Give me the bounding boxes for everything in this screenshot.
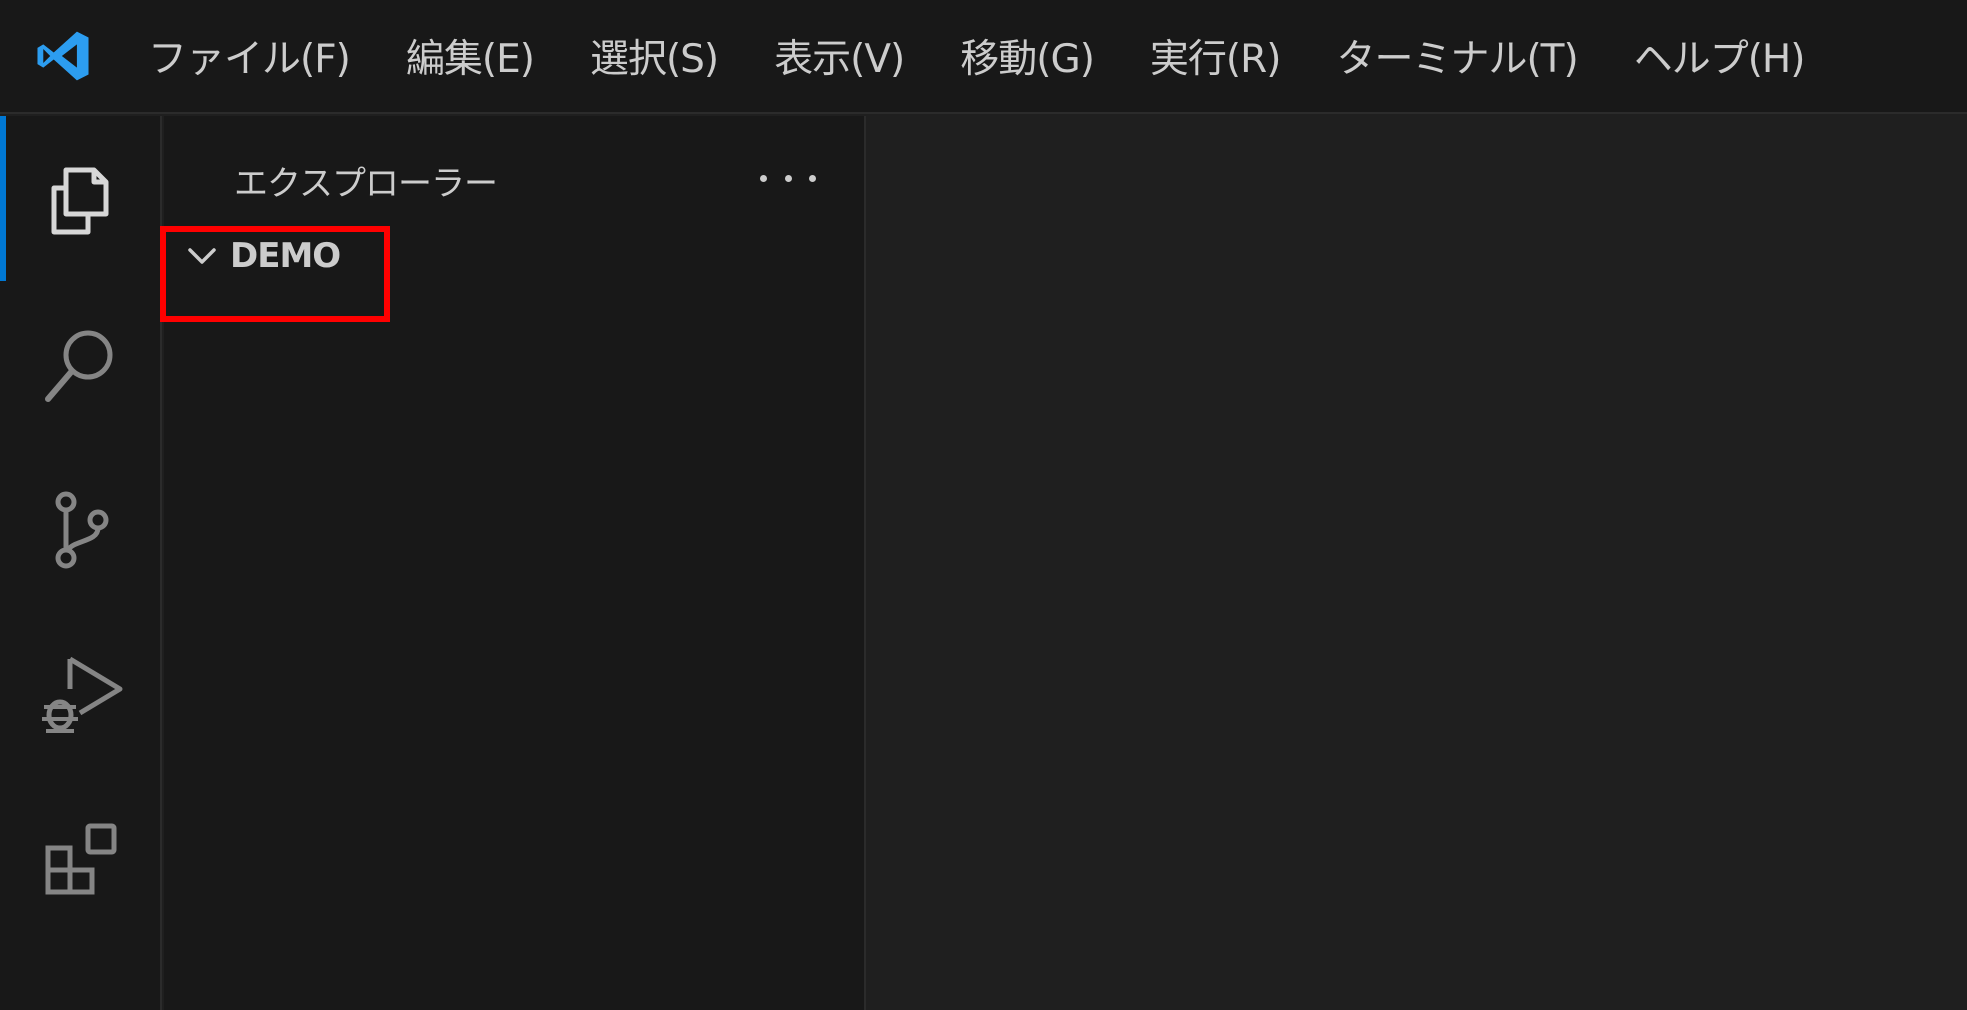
menu-bar: ファイル(F) 編集(E) 選択(S) 表示(V) 移動(G) 実行(R) ター… bbox=[0, 0, 1967, 114]
explorer-icon bbox=[51, 167, 109, 234]
menu-terminal[interactable]: ターミナル(T) bbox=[1336, 28, 1578, 84]
activity-run-debug[interactable] bbox=[0, 611, 162, 776]
menu-selection[interactable]: 選択(S) bbox=[590, 28, 719, 84]
activity-source-control[interactable] bbox=[0, 446, 162, 611]
editor-area[interactable] bbox=[868, 116, 1967, 1010]
menu-run[interactable]: 実行(R) bbox=[1150, 28, 1282, 84]
source-control-icon bbox=[55, 491, 109, 568]
more-dot-icon bbox=[760, 174, 767, 182]
folder-name: DEMO bbox=[230, 236, 341, 276]
more-dot-icon bbox=[784, 174, 792, 182]
menu-edit[interactable]: 編集(E) bbox=[406, 28, 535, 84]
chevron-down-icon bbox=[180, 234, 224, 278]
activity-bar bbox=[0, 116, 162, 1010]
vscode-logo-icon bbox=[0, 0, 148, 113]
search-icon bbox=[45, 330, 113, 402]
extensions-icon bbox=[45, 823, 117, 894]
folder-header-demo[interactable]: DEMO bbox=[164, 224, 866, 288]
activity-search[interactable] bbox=[0, 281, 162, 446]
menu-file[interactable]: ファイル(F) bbox=[148, 28, 351, 84]
menu-go[interactable]: 移動(G) bbox=[960, 28, 1095, 84]
sidebar-title: エクスプローラー bbox=[234, 164, 498, 204]
menu-view[interactable]: 表示(V) bbox=[774, 28, 905, 84]
more-actions-button[interactable] bbox=[760, 158, 816, 198]
more-dot-icon bbox=[809, 174, 816, 182]
run-debug-icon bbox=[42, 656, 123, 733]
explorer-sidebar: エクスプローラー DEMO bbox=[164, 116, 866, 1010]
activity-explorer[interactable] bbox=[0, 116, 162, 281]
menu-help[interactable]: ヘルプ(H) bbox=[1634, 28, 1806, 84]
activity-extensions[interactable] bbox=[0, 776, 162, 941]
